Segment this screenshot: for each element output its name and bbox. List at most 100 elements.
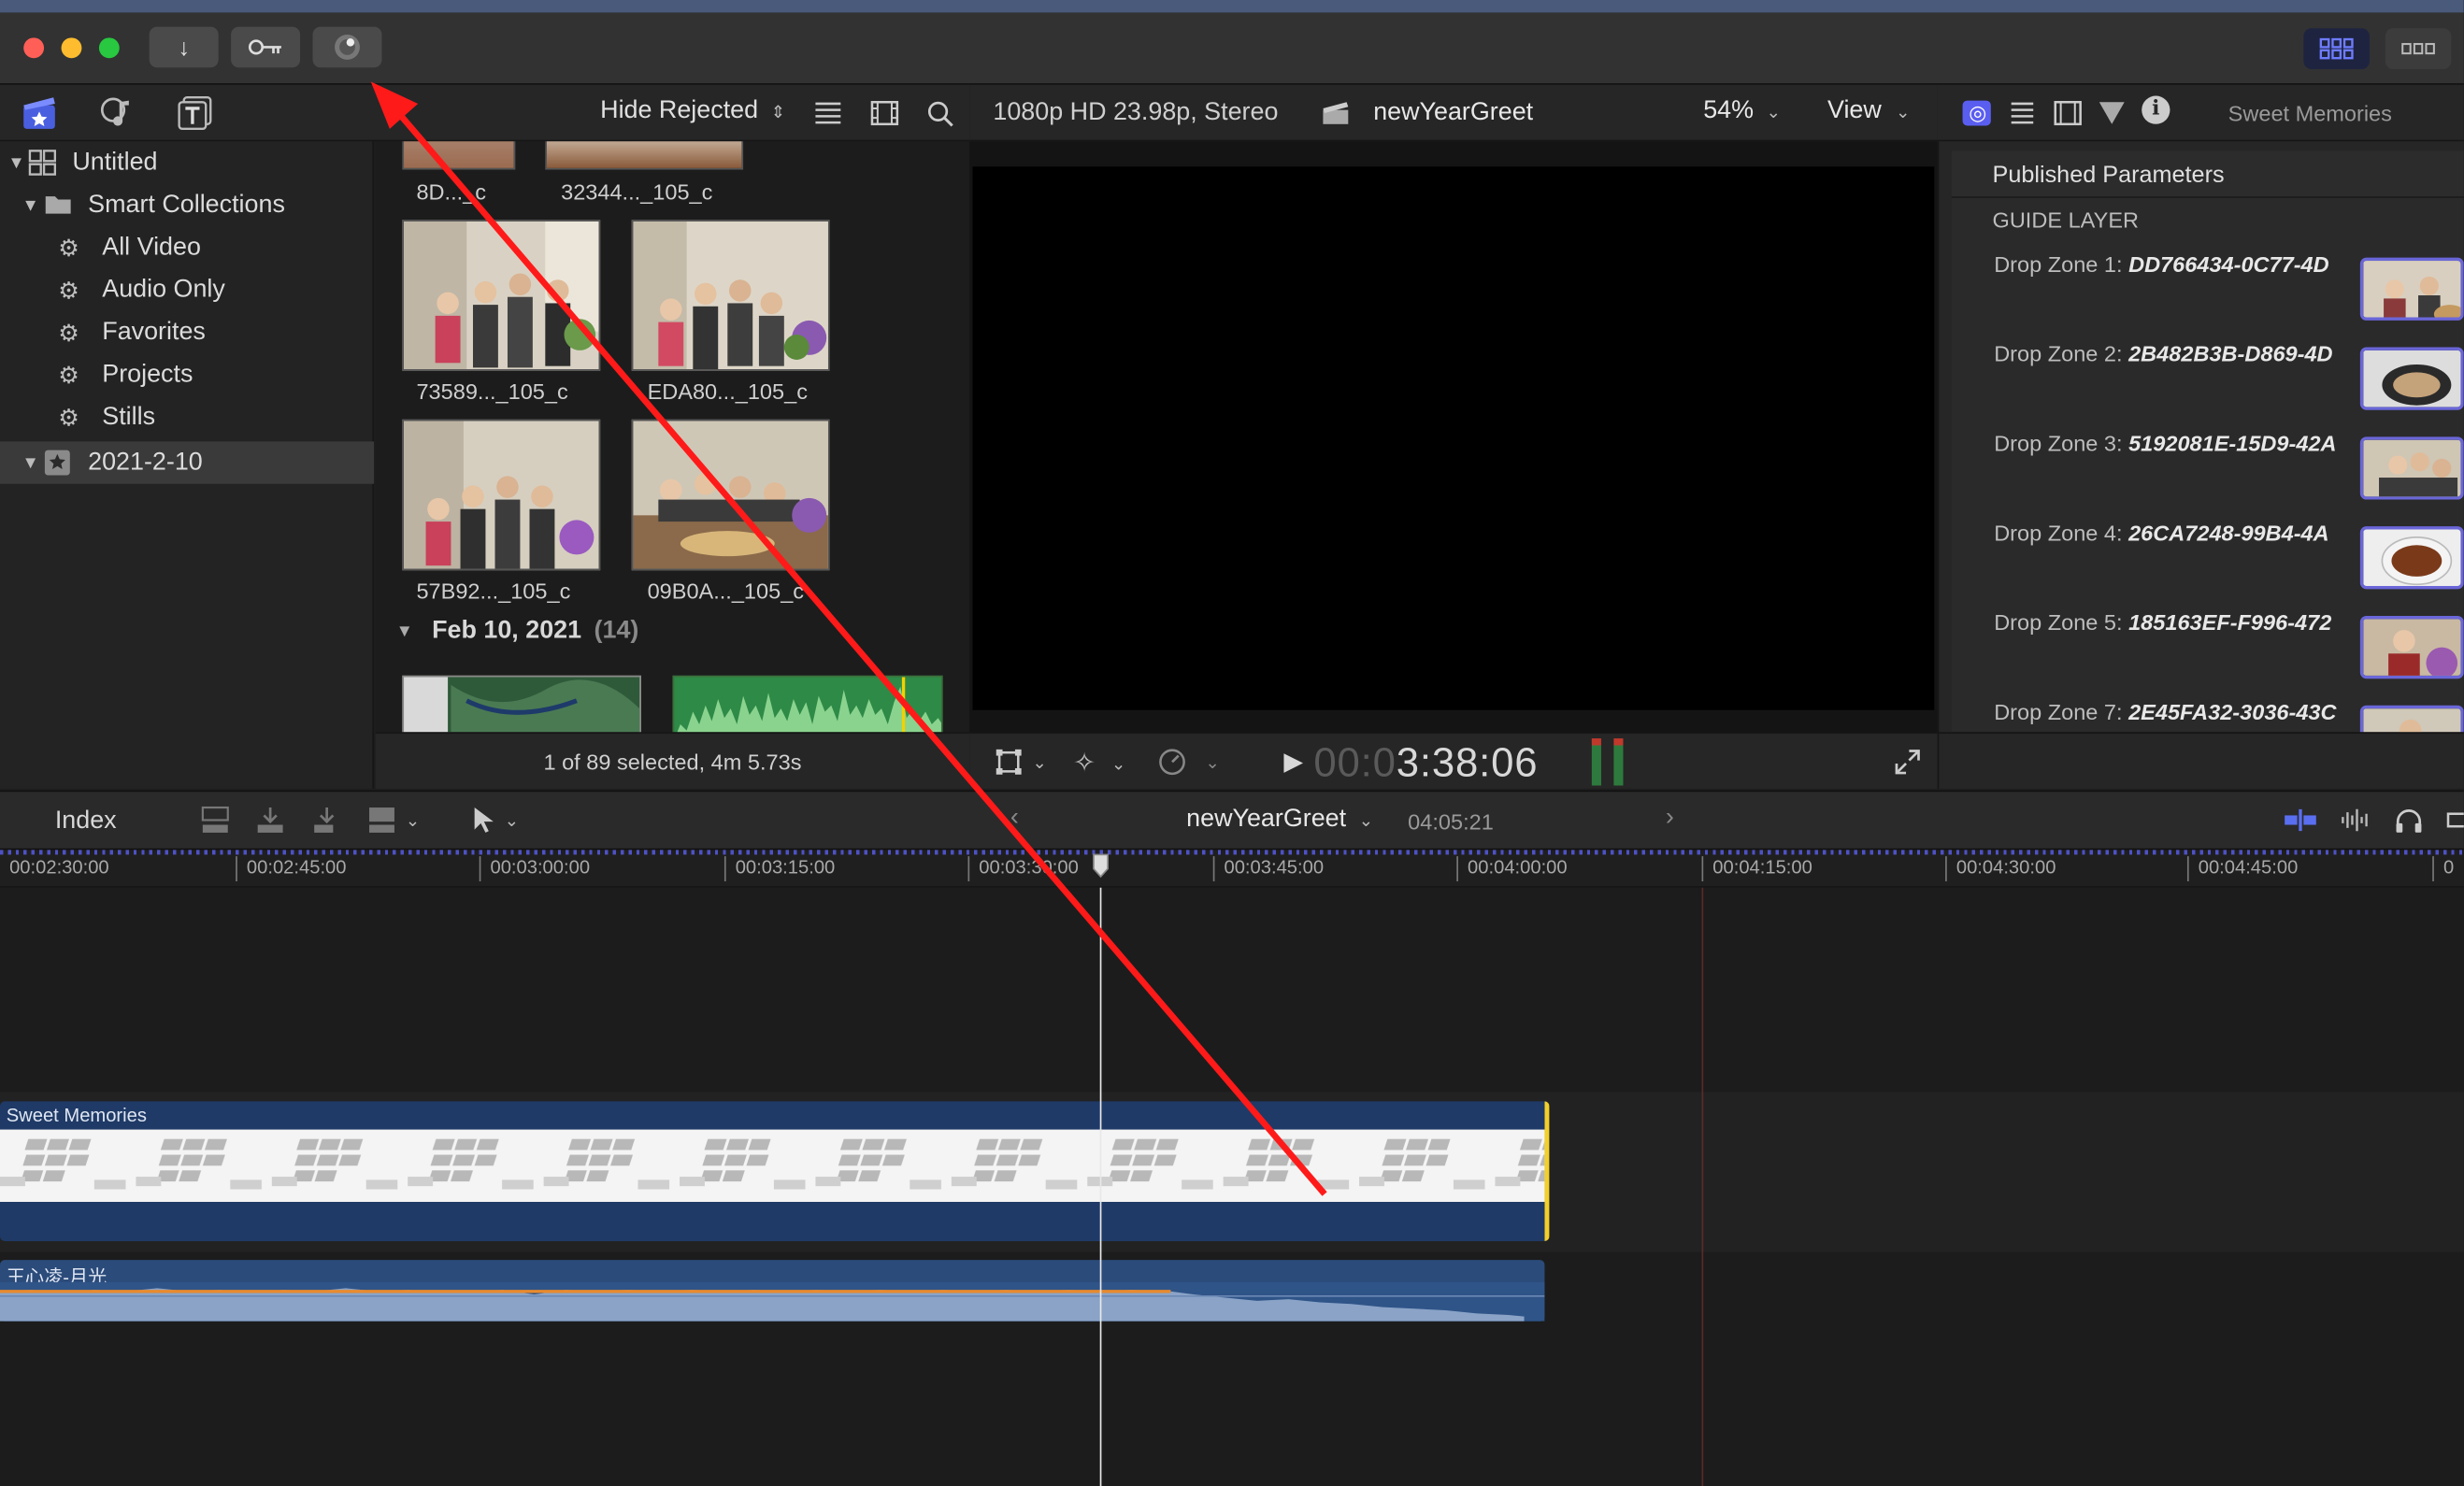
drop-zone-well[interactable] [2359, 347, 2464, 410]
audio-skimming-icon[interactable] [2340, 807, 2371, 833]
drop-zone-label: Drop Zone 7: [1994, 699, 2123, 724]
audio-clip-thumbnail[interactable] [672, 675, 943, 733]
overwrite-clip-popup[interactable]: ⌄ [367, 806, 420, 834]
clip-thumbnail[interactable] [402, 675, 641, 733]
headphones-icon[interactable] [2395, 807, 2423, 833]
retime-popup[interactable]: ⌄ [1158, 748, 1220, 776]
tool-select-popup[interactable]: ⌄ [473, 806, 519, 834]
final-cut-pro-window: ↓ Hide Rejected ⇕ ▼ Untitled ▼ Smart Col… [0, 0, 2464, 1486]
viewer-canvas[interactable] [972, 166, 1935, 710]
playhead[interactable] [1099, 887, 1102, 1486]
gear-icon: ⚙ [58, 404, 79, 432]
transform-popup[interactable]: ⌄ [995, 748, 1047, 776]
playhead-handle-icon[interactable] [1092, 853, 1109, 879]
timecode-display[interactable]: 00:0 3:38:06 [1313, 738, 1538, 787]
skimming-icon[interactable] [2283, 808, 2317, 832]
date-group-header[interactable]: ▼ Feb 10, 2021 (14) [396, 618, 639, 646]
color-inspector-icon[interactable] [2098, 101, 2126, 126]
generator-icon: ◎ [1969, 100, 1987, 124]
enhancements-popup[interactable]: ✧ ⌄ [1073, 748, 1125, 779]
append-clip-icon[interactable] [313, 806, 341, 834]
clip-name: 8D..._c [416, 179, 487, 205]
drop-zone-well[interactable] [2359, 436, 2464, 500]
clip-thumbnail[interactable] [402, 419, 601, 571]
forward-chevron-icon[interactable]: › [1666, 805, 1674, 833]
libraries-sidebar: ▼ Untitled ▼ Smart Collections ⚙ All Vid… [0, 141, 375, 789]
clip-thumbnail[interactable] [631, 220, 830, 371]
chevron-down-icon: ⌄ [405, 811, 421, 831]
minimize-button[interactable] [61, 37, 82, 59]
drop-zone-thumbnail-image [2363, 261, 2461, 318]
ruler-tick: 00:04:30:00 [1945, 856, 2056, 882]
timeline-project-name: newYearGreet [1186, 806, 1347, 833]
titles-generators-tab[interactable] [178, 96, 212, 138]
clip-thumbnail[interactable] [545, 141, 744, 170]
fullscreen-icon[interactable] [1895, 750, 1920, 775]
smart-collection-audio-only[interactable]: ⚙ Audio Only [0, 268, 374, 310]
project-popup[interactable]: newYearGreet ⌄ [1186, 806, 1373, 834]
photos-audio-tab[interactable] [100, 96, 136, 138]
magic-wand-icon: ✧ [1073, 748, 1096, 779]
insert-clip-icon[interactable] [256, 806, 284, 834]
clip-appearance-button[interactable] [870, 101, 899, 134]
family-photo-image [633, 221, 828, 370]
drop-zone-well[interactable] [2359, 257, 2464, 321]
map-screenshot-image [404, 677, 640, 733]
play-button[interactable]: ▶ [1283, 746, 1303, 778]
timeline-index-button[interactable]: Index [55, 807, 117, 836]
timeline[interactable]: Sweet Memories 王心凌-月光 [0, 887, 2464, 1486]
zoom-button[interactable] [98, 37, 120, 59]
workspace-grid-button[interactable] [2303, 28, 2370, 69]
clip-thumbnail[interactable] [631, 419, 830, 571]
drop-zone-well[interactable] [2359, 705, 2464, 733]
smart-collection-projects[interactable]: ⚙ Projects [0, 353, 374, 395]
workspace-strip-button[interactable] [2385, 28, 2452, 69]
drop-zone-well[interactable] [2359, 526, 2464, 590]
back-chevron-icon[interactable]: ‹ [1010, 805, 1019, 833]
search-button[interactable] [927, 101, 954, 136]
collection-label: Audio Only [102, 276, 225, 303]
drop-zone-label: Drop Zone 4: [1994, 520, 2123, 546]
drop-zone-value: 5192081E-15D9-42A [2128, 430, 2337, 456]
search-icon [927, 101, 953, 127]
ruler-tick: 00:03:30:00 [967, 856, 1079, 882]
solo-icon[interactable] [2445, 807, 2464, 833]
video-clip-sweet-memories[interactable]: Sweet Memories [0, 1101, 1550, 1241]
import-button[interactable]: ↓ [149, 26, 219, 68]
filter-label: Hide Rejected [600, 97, 759, 124]
drop-zone-well[interactable] [2359, 615, 2464, 679]
background-tasks-button[interactable] [312, 26, 382, 68]
viewer [969, 141, 1938, 733]
timeline-duration: 04:05:21 [1408, 808, 1494, 835]
zoom-label: 54% [1703, 97, 1755, 124]
selection-status: 1 of 89 selected, 4m 5.73s [543, 748, 802, 774]
smart-collection-favorites[interactable]: ⚙ Favorites [0, 311, 374, 353]
ruler-tick: 00:04:00:00 [1456, 856, 1568, 882]
clip-thumbnail[interactable] [402, 220, 601, 371]
generator-inspector-tab[interactable]: ◎ [1962, 100, 1991, 126]
list-view-button[interactable] [814, 101, 842, 134]
smart-collection-stills[interactable]: ⚙ Stills [0, 396, 374, 438]
hide-rejected-filter[interactable]: Hide Rejected ⇕ [600, 97, 785, 125]
clip-thumbnail[interactable] [402, 141, 516, 170]
keywords-button[interactable] [231, 26, 301, 68]
zoom-popup[interactable]: 54% ⌄ [1703, 97, 1781, 125]
library-untitled[interactable]: ▼ Untitled [0, 141, 374, 183]
event-2021-2-10[interactable]: ▼ 2021-2-10 [0, 441, 375, 484]
smart-collections-folder[interactable]: ▼ Smart Collections [0, 184, 374, 226]
drop-zone-row: Drop Zone 4: 26CA7248-99B4-4A [1994, 520, 2328, 545]
close-button[interactable] [23, 37, 45, 59]
video-inspector-icon[interactable] [2054, 101, 2082, 126]
connect-clip-icon[interactable] [201, 806, 229, 834]
crop-transform-icon [996, 749, 1022, 775]
text-lines-icon[interactable] [2010, 101, 2035, 126]
photos-and-audio-tab[interactable] [22, 96, 57, 138]
arrow-pointer-icon [474, 807, 494, 833]
view-popup[interactable]: View ⌄ [1827, 97, 1910, 125]
timeline-ruler[interactable]: 00:02:30:00 00:02:45:00 00:03:00:00 00:0… [0, 850, 2464, 888]
audio-clip[interactable]: 王心凌-月光 [0, 1260, 1545, 1322]
info-icon[interactable]: i [2142, 95, 2170, 124]
ruler-tick: 00:04:45:00 [2186, 856, 2298, 882]
event-label: 2021-2-10 [88, 448, 203, 476]
smart-collection-all-video[interactable]: ⚙ All Video [0, 226, 374, 268]
